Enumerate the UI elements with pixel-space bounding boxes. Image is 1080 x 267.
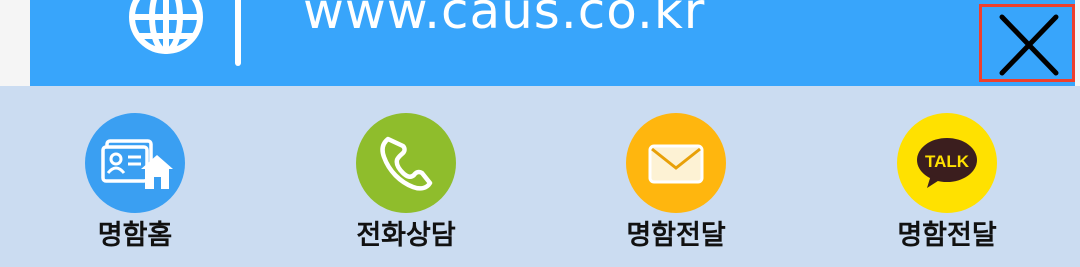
share-item-kakaotalk[interactable]: TALK 명함전달 xyxy=(857,86,1037,267)
share-item-phone[interactable]: 전화상담 xyxy=(316,86,496,267)
globe-icon xyxy=(127,0,205,56)
kakaotalk-icon: TALK xyxy=(897,113,997,213)
share-label-phone: 전화상담 xyxy=(356,220,456,251)
banner-divider xyxy=(235,0,241,66)
mail-icon xyxy=(626,113,726,213)
kakaotalk-text: TALK xyxy=(925,152,970,171)
share-bar: 명함홈 전화상담 명함전달 TALK 명함전달 xyxy=(0,86,1080,267)
close-button[interactable] xyxy=(979,4,1075,82)
share-label-mail: 명함전달 xyxy=(626,220,726,251)
share-label-kakaotalk: 명함전달 xyxy=(897,220,997,251)
share-item-card-home[interactable]: 명함홈 xyxy=(45,86,225,267)
card-home-icon xyxy=(85,113,185,213)
close-icon xyxy=(999,14,1059,76)
url-banner[interactable]: www.caus.co.kr xyxy=(30,0,1075,86)
share-label-card-home: 명함홈 xyxy=(97,220,173,251)
url-text[interactable]: www.caus.co.kr xyxy=(303,0,705,36)
share-item-mail[interactable]: 명함전달 xyxy=(586,86,766,267)
phone-icon xyxy=(356,113,456,213)
